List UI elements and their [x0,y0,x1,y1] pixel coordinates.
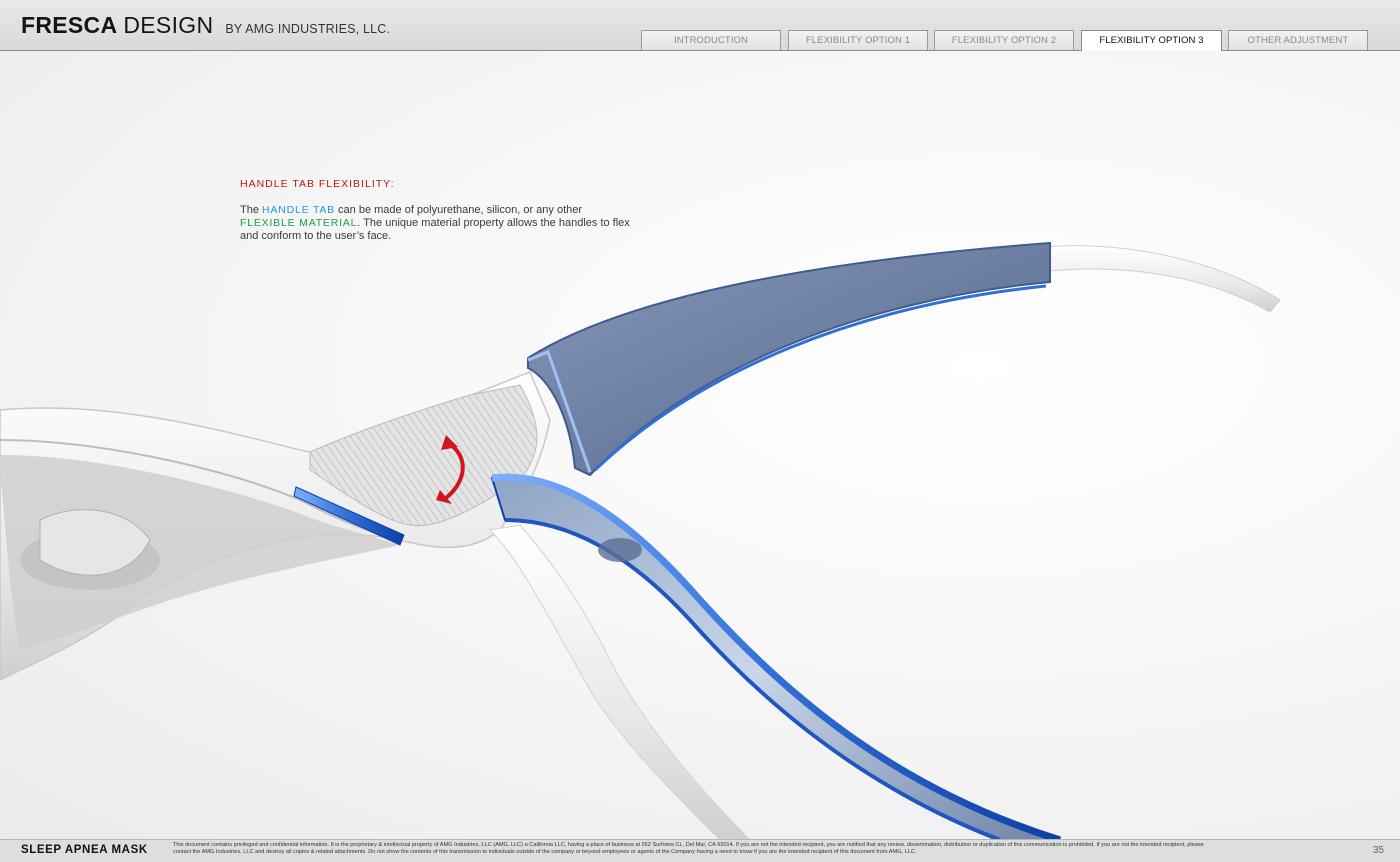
brand-name-light: DESIGN [123,12,214,38]
brand-name-bold: FRESCA [21,12,118,38]
callout-text-2: can be made of polyurethane, silicon, or… [334,204,583,216]
footer-document-title: SLEEP APNEA MASK [21,844,148,856]
tab-introduction[interactable]: INTRODUCTION [641,30,781,50]
tab-flexibility-option-3[interactable]: FLEXIBILITY OPTION 3 [1081,30,1222,51]
page-header: FRESCA DESIGN BY AMG INDUSTRIES, LLC. IN… [0,0,1400,51]
highlight-handle-tab: HANDLE TAB [262,204,335,216]
brand-byline: BY AMG INDUSTRIES, LLC. [225,22,391,36]
page-footer: SLEEP APNEA MASK This document contains … [0,839,1400,862]
callout-handle-tab: HANDLE TAB FLEXIBILITY: The HANDLE TAB c… [240,178,640,243]
brand-logo: FRESCA DESIGN BY AMG INDUSTRIES, LLC. [21,12,390,40]
callout-text-1: The [240,204,263,216]
highlight-flexible-material: FLEXIBLE MATERIAL [240,217,358,229]
tab-flexibility-option-1[interactable]: FLEXIBILITY OPTION 1 [788,30,928,50]
tab-flexibility-option-2[interactable]: FLEXIBILITY OPTION 2 [934,30,1074,50]
product-render-area: HANDLE TAB FLEXIBILITY: The HANDLE TAB c… [0,51,1400,839]
page-number: 35 [1372,845,1384,856]
callout-body: The HANDLE TAB can be made of polyuretha… [240,204,640,243]
footer-legal-notice: This document contains privileged and co… [173,842,1204,856]
mask-handle-render [0,241,1281,839]
tab-other-adjustment[interactable]: OTHER ADJUSTMENT [1228,30,1368,50]
callout-title: HANDLE TAB FLEXIBILITY: [240,178,395,190]
